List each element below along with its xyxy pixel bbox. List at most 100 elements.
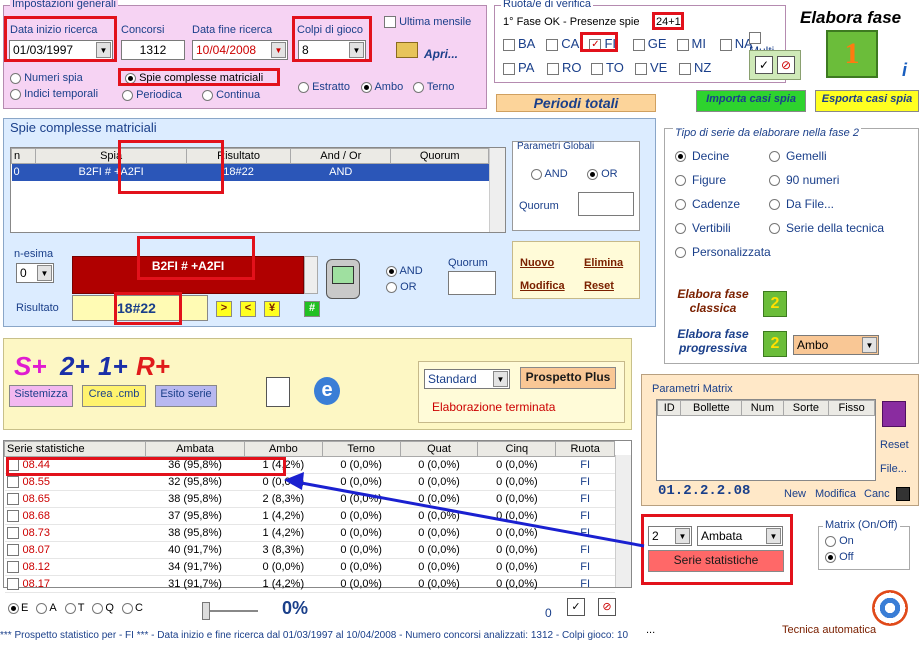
table-row[interactable]: 08.65 38 (95,8%) 2 (8,3%) 0 (0,0%) 0 (0,0%) 0… [4, 490, 615, 508]
row-checkbox[interactable] [6, 561, 19, 574]
matrix-col-header[interactable]: ID [656, 400, 682, 416]
radio-tipo-vertibili[interactable]: Vertibili [675, 221, 771, 245]
pg-radio-or[interactable]: OR [587, 168, 618, 180]
fase2-classica-button[interactable]: 2 [763, 291, 787, 317]
fase2-progressiva-button[interactable]: 2 [763, 331, 787, 357]
serie-cell[interactable]: 08.73 [4, 524, 146, 542]
n-esima-combo[interactable]: 0 ▼ [16, 263, 54, 283]
browser-icon[interactable]: e [314, 377, 340, 405]
spie-col-header[interactable]: And / Or [290, 148, 392, 164]
stat-col-header[interactable]: Terno [321, 441, 401, 457]
data-fine-combo[interactable]: 10/04/2008 ▼ [192, 40, 288, 60]
serie-cell[interactable]: 08.17 [4, 575, 146, 593]
esporta-button[interactable]: Esporta casi spia [815, 90, 919, 112]
serie-cell[interactable]: 08.65 [4, 490, 146, 508]
stat-col-header[interactable]: Cinq [477, 441, 557, 457]
pg-radio-and[interactable]: AND [531, 168, 568, 180]
radio-estratto[interactable]: Estratto [298, 81, 350, 93]
apri-link[interactable]: Apri... [424, 47, 458, 61]
bottom-radio-q[interactable]: Q [92, 602, 118, 614]
radio-indici-temporali[interactable]: Indici temporali [10, 88, 98, 100]
stat-col-header[interactable]: Ambo [243, 441, 323, 457]
radio-ambo[interactable]: Ambo [361, 81, 403, 93]
table-row[interactable]: 08.12 34 (91,7%) 0 (0,0%) 0 (0,0%) 0 (0,0%) 0… [4, 558, 615, 576]
spia-editor[interactable]: B2FI # +A2FI [72, 256, 304, 294]
radio-spie-complesse[interactable]: Spie complesse matriciali [125, 72, 263, 84]
progress-slider[interactable] [200, 602, 260, 620]
ruota-checkbox-ca[interactable]: CA [546, 36, 579, 52]
matrix-on-radio[interactable]: On [825, 535, 854, 547]
spie-col-header[interactable]: Quorum [390, 148, 489, 164]
table-row[interactable]: 08.73 38 (95,8%) 1 (4,2%) 0 (0,0%) 0 (0,0%) 0… [4, 524, 615, 542]
bottom-radio-a[interactable]: A [36, 602, 60, 614]
importa-button[interactable]: Importa casi spia [696, 90, 806, 112]
matrix-col-header[interactable]: Fisso [828, 400, 875, 416]
ruota-checkbox-pa[interactable]: PA [503, 60, 537, 76]
target-icon[interactable] [872, 590, 908, 626]
serie-cell[interactable]: 08.44 [4, 456, 146, 474]
matrix-off-radio[interactable]: Off [825, 551, 854, 563]
matrix-col-header[interactable]: Bollette [680, 400, 743, 416]
elimina-link[interactable]: Elimina [584, 257, 623, 269]
spie-col-header[interactable]: n [10, 148, 37, 164]
bottom-cancel-icon[interactable]: ⊘ [598, 598, 616, 616]
bottom-check-icon[interactable]: ✓ [567, 598, 585, 616]
ruota-checkbox-fi[interactable]: ✓ FI [589, 36, 622, 52]
standard-combo[interactable]: Standard ▼ [424, 369, 510, 389]
ruota-checkbox-to[interactable]: TO [591, 60, 625, 76]
stat-col-header[interactable]: Ambata [145, 441, 245, 457]
serie-num-combo[interactable]: 2 ▼ [648, 526, 692, 546]
cancel-icon[interactable]: ⊘ [777, 56, 795, 74]
table-row[interactable]: 0 B2FI # +A2FI 18#22 AND [11, 163, 489, 181]
concorsi-input[interactable]: 1312 [121, 40, 185, 60]
ruota-checkbox-nz[interactable]: NZ [679, 60, 713, 76]
radio-tipo-da-file-[interactable]: Da File... [769, 197, 884, 221]
row-checkbox[interactable] [6, 510, 19, 523]
spie-scrollbar[interactable] [489, 148, 505, 232]
risultato-field[interactable]: 18#22 [72, 295, 208, 321]
row-checkbox[interactable] [6, 578, 19, 591]
matrix-canc[interactable]: Canc [864, 488, 890, 500]
serie-cell[interactable]: 08.12 [4, 558, 146, 576]
colpi-combo[interactable]: 8 ▼ [298, 40, 366, 60]
progressiva-combo[interactable]: Ambo ▼ [793, 335, 879, 355]
radio-tipo-decine[interactable]: Decine [675, 149, 771, 173]
modifica-link[interactable]: Modifica [520, 280, 565, 292]
esito-serie-button[interactable]: Esito serie [155, 385, 217, 407]
info-icon[interactable]: i [902, 60, 907, 81]
radio-tipo-figure[interactable]: Figure [675, 173, 771, 197]
serie-cell[interactable]: 08.55 [4, 473, 146, 491]
radio-tipo-90-numeri[interactable]: 90 numeri [769, 173, 884, 197]
sistemizza-button[interactable]: Sistemizza [9, 385, 73, 407]
spia-editor-scrollbar[interactable] [304, 256, 318, 294]
row-checkbox[interactable] [6, 544, 19, 557]
ruota-checkbox-ve[interactable]: VE [635, 60, 669, 76]
statistiche-scrollbar[interactable] [615, 455, 631, 587]
bottom-radio-c[interactable]: C [121, 602, 147, 614]
reset-link[interactable]: Reset [584, 280, 614, 292]
ruota-checkbox-ge[interactable]: GE [632, 36, 667, 52]
radio-tipo-serie-della-tecnica[interactable]: Serie della tecnica [769, 221, 884, 245]
gt-button[interactable]: > [216, 301, 232, 317]
matrix-modifica[interactable]: Modifica [815, 488, 856, 500]
yen-button[interactable]: ¥ [264, 301, 280, 317]
bottom-radio-t[interactable]: T [64, 602, 89, 614]
row-checkbox[interactable] [6, 476, 19, 489]
book-icon[interactable] [882, 401, 906, 427]
check-icon[interactable]: ✓ [755, 56, 773, 74]
serie-sorte-combo[interactable]: Ambata ▼ [697, 526, 783, 546]
fase1-button[interactable]: 1 [826, 30, 878, 78]
table-row[interactable]: 08.07 40 (91,7%) 3 (8,3%) 0 (0,0%) 0 (0,0%) 0… [4, 541, 615, 559]
ruota-checkbox-ba[interactable]: BA [503, 36, 536, 52]
folder-icon[interactable] [396, 42, 418, 58]
ruota-checkbox-na[interactable]: NA [719, 36, 753, 52]
spie-col-header[interactable]: Spia [35, 148, 187, 164]
stat-col-header[interactable]: Ruota [555, 441, 615, 457]
phone-icon[interactable] [326, 259, 360, 299]
ruota-checkbox-ro[interactable]: RO [547, 60, 582, 76]
crea-cmb-button[interactable]: Crea .cmb [82, 385, 146, 407]
radio-or-2[interactable]: OR [386, 281, 417, 293]
stat-col-header[interactable]: Serie statistiche [3, 441, 147, 457]
data-inizio-combo[interactable]: 01/03/1997 ▼ [9, 40, 113, 60]
pg-quorum-input[interactable] [578, 192, 634, 216]
